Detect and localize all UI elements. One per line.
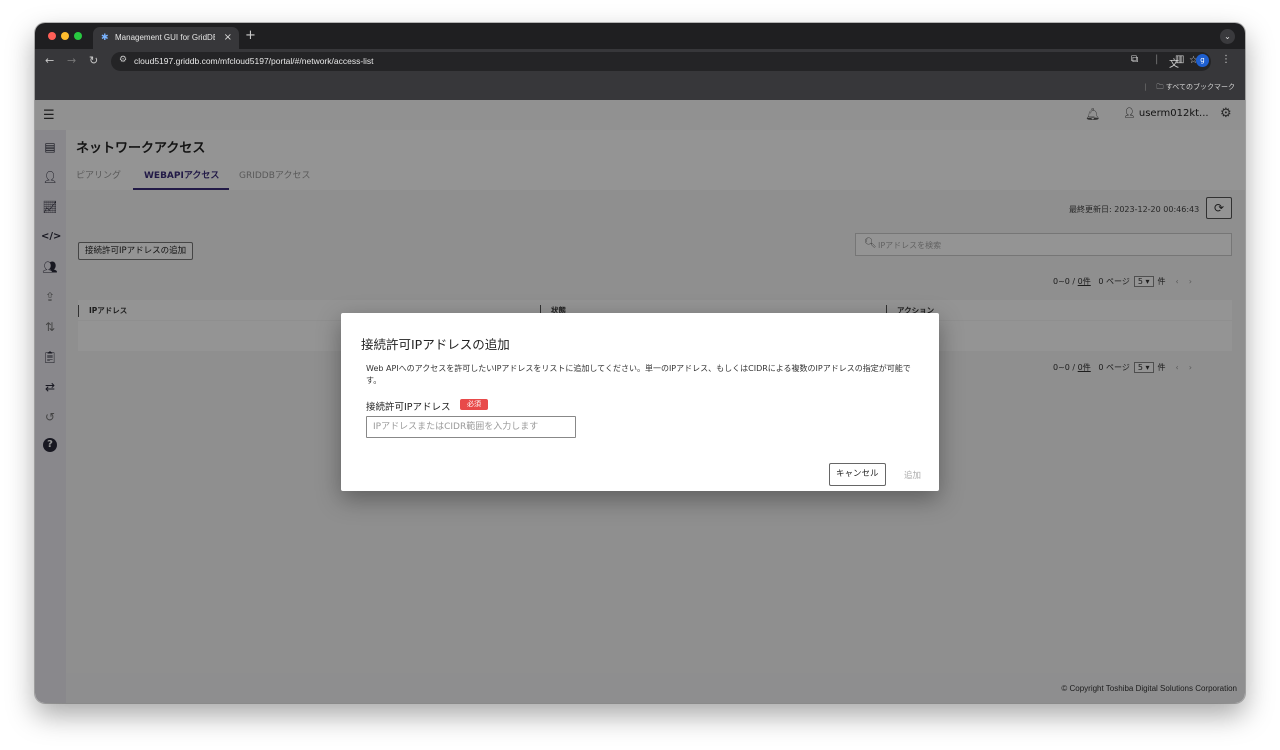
toolbar-divider: | xyxy=(1155,54,1159,65)
griddb-favicon-icon: ✱ xyxy=(101,33,109,43)
tab-bar: ✱ Management GUI for GridDB × + ⌄ xyxy=(35,23,1245,49)
reload-icon[interactable]: ↻ xyxy=(89,54,98,67)
extensions-icon[interactable]: ⧉ xyxy=(1131,54,1138,65)
site-settings-icon[interactable]: ⚙ xyxy=(119,55,127,65)
all-bookmarks-button[interactable]: | 🗀 すべてのブックマーク xyxy=(1144,82,1235,94)
cancel-button[interactable]: キャンセル xyxy=(829,463,886,486)
bookmarks-bar: | 🗀 すべてのブックマーク xyxy=(35,74,1245,100)
dialog-title: 接続許可IPアドレスの追加 xyxy=(361,337,510,352)
back-arrow-icon[interactable]: ← xyxy=(45,54,54,67)
add-ip-dialog: 接続許可IPアドレスの追加 Web APIへのアクセスを許可したいIPアドレスを… xyxy=(341,313,939,491)
tab-title: Management GUI for GridDB xyxy=(115,33,215,42)
close-window-icon[interactable] xyxy=(48,32,56,40)
profile-avatar[interactable]: g xyxy=(1196,54,1209,67)
bookmarks-label: すべてのブックマーク xyxy=(1165,83,1235,91)
browser-toolbar: ← → ↻ ⚙ cloud5197.griddb.com/mfcloud5197… xyxy=(35,49,1245,74)
side-panel-icon[interactable]: ▥ xyxy=(1175,54,1184,65)
url-text[interactable]: cloud5197.griddb.com/mfcloud5197/portal/… xyxy=(134,56,374,66)
dialog-description: Web APIへのアクセスを許可したいIPアドレスをリストに追加してください。単… xyxy=(366,364,911,385)
folder-icon: 🗀 xyxy=(1156,83,1166,91)
tab-search-dropdown-icon[interactable]: ⌄ xyxy=(1220,29,1235,44)
browser-tab[interactable]: ✱ Management GUI for GridDB × xyxy=(93,27,239,49)
url-path: /mfcloud5197/portal/#/network/access-lis… xyxy=(217,56,374,66)
required-badge: 必須 xyxy=(460,399,488,410)
address-bar[interactable]: ⚙ cloud5197.griddb.com/mfcloud5197/porta… xyxy=(111,52,1211,71)
forward-arrow-icon[interactable]: → xyxy=(67,54,76,67)
ip-address-input[interactable] xyxy=(366,416,576,438)
maximize-window-icon[interactable] xyxy=(74,32,82,40)
minimize-window-icon[interactable] xyxy=(61,32,69,40)
tab-close-icon[interactable]: × xyxy=(224,32,232,43)
add-button[interactable]: 追加 xyxy=(904,469,921,481)
ip-field-label: 接続許可IPアドレス xyxy=(366,402,451,413)
url-host: cloud5197.griddb.com xyxy=(134,56,218,66)
browser-menu-icon[interactable]: ⋮ xyxy=(1221,54,1231,65)
new-tab-button[interactable]: + xyxy=(245,28,256,43)
